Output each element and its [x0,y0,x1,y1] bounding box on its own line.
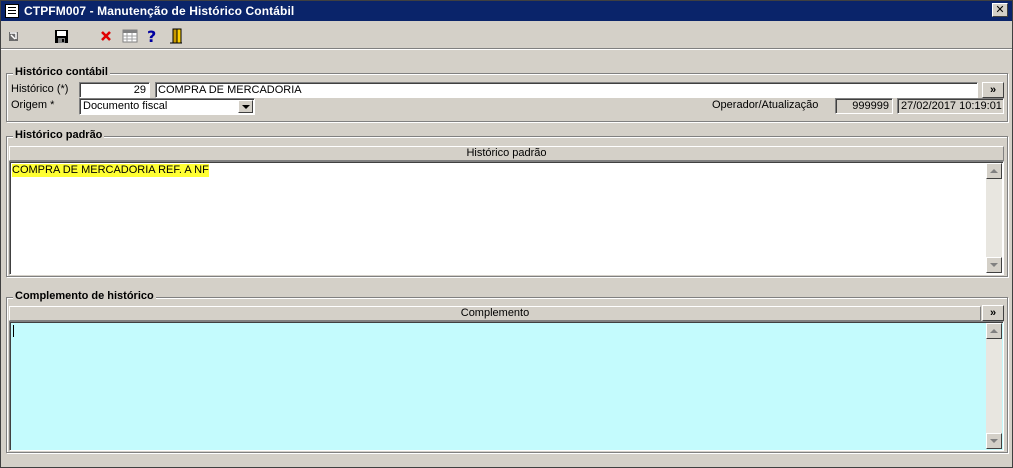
text-cursor [13,325,14,337]
scroll-down-icon[interactable] [986,257,1002,273]
scroll-down-icon[interactable] [986,433,1002,449]
scroll-up-icon[interactable] [986,163,1002,179]
help-icon[interactable]: ? [143,27,161,45]
origem-select[interactable]: Documento fiscal [79,98,255,115]
historico-padrao-text: COMPRA DE MERCADORIA REF. A NF [12,164,209,177]
save-icon[interactable] [52,27,70,45]
complemento-scrollbar[interactable] [986,323,1002,449]
historico-contabil-group: Histórico contábil Histórico (*) 29 COMP… [6,66,1008,122]
app-document-icon [5,4,19,18]
historico-label: Histórico (*) [11,83,69,95]
operador-label: Operador/Atualização [712,99,819,111]
complemento-textarea[interactable] [9,321,1004,451]
origem-label: Origem * [11,99,55,111]
complemento-column-header[interactable]: Complemento [9,306,981,321]
toolbar: ? [1,22,1012,49]
historico-description-field[interactable]: COMPRA DE MERCADORIA [155,82,978,98]
complemento-expand-button[interactable]: » [982,305,1004,321]
historico-contabil-legend: Histórico contábil [13,66,110,78]
scroll-up-icon[interactable] [986,323,1002,339]
historico-code-field[interactable]: 29 [79,82,150,98]
close-button[interactable]: ✕ [992,3,1008,17]
chevron-down-icon[interactable] [238,100,253,113]
window-title: CTPFM007 - Manutenção de Histórico Contá… [24,4,295,18]
main-window: CTPFM007 - Manutenção de Histórico Contá… [0,0,1013,468]
title-bar: CTPFM007 - Manutenção de Histórico Contá… [1,1,1012,21]
complemento-group: Complemento de histórico Complemento » [6,290,1008,453]
delete-icon[interactable] [97,27,115,45]
svg-text:?: ? [147,28,156,44]
complemento-legend: Complemento de histórico [13,290,156,302]
atualizacao-field: 27/02/2017 10:19:01 [897,98,1004,114]
operador-field: 999999 [835,98,893,114]
historico-expand-button[interactable]: » [982,82,1004,98]
back-icon[interactable] [5,27,23,45]
historico-padrao-legend: Histórico padrão [13,129,105,141]
historico-padrao-textarea[interactable]: COMPRA DE MERCADORIA REF. A NF [9,161,1004,275]
historico-padrao-scrollbar[interactable] [986,163,1002,273]
grid-icon[interactable] [121,27,139,45]
historico-padrao-group: Histórico padrão Histórico padrão COMPRA… [6,129,1008,277]
exit-door-icon[interactable] [168,27,186,45]
historico-padrao-column-header[interactable]: Histórico padrão [9,146,1004,161]
origem-selected-value: Documento fiscal [83,100,168,112]
